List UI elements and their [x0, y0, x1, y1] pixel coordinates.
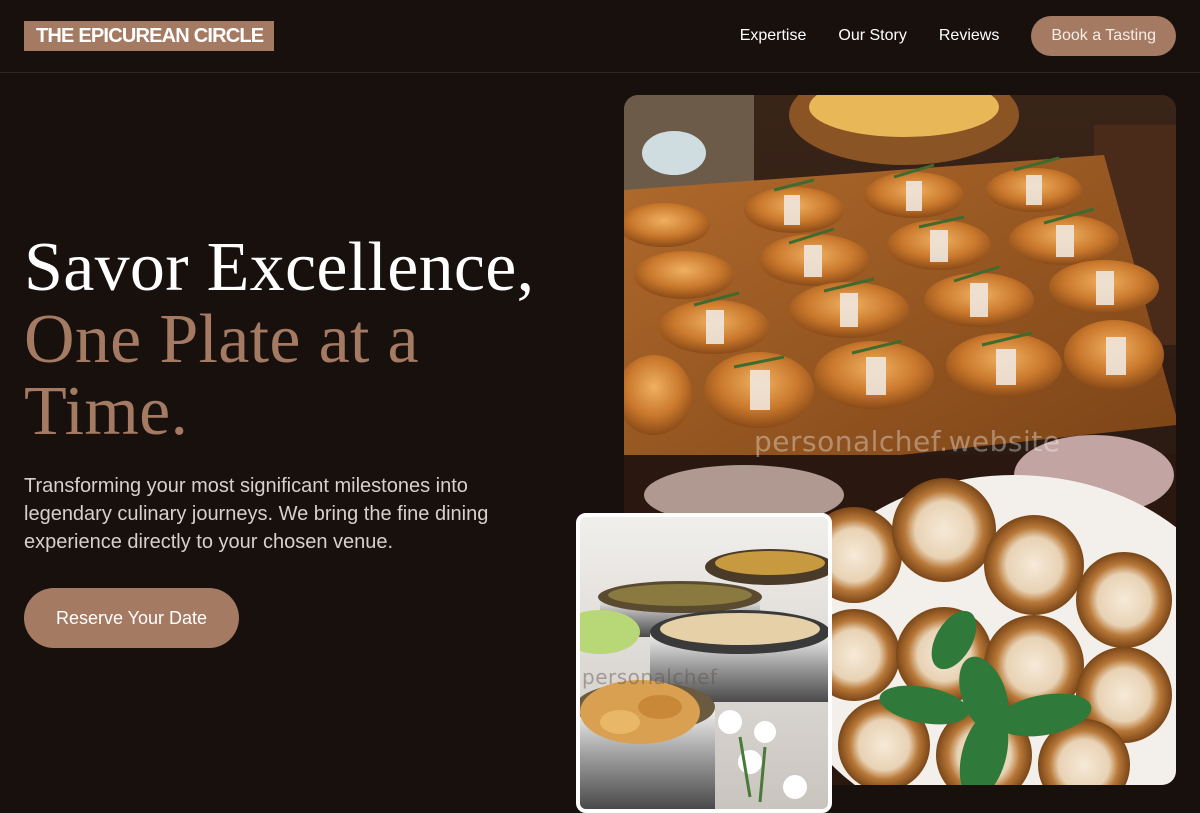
buffet-chafing-dishes-image — [580, 517, 828, 809]
book-tasting-button[interactable]: Book a Tasting — [1031, 16, 1176, 56]
reserve-date-button[interactable]: Reserve Your Date — [24, 588, 239, 648]
buffet-inset-photo: personalchef — [576, 513, 832, 813]
hero-title-line1: Savor Excellence, — [24, 229, 535, 306]
hero-title-line2: One Plate at a Time. — [24, 301, 419, 450]
hero-title: Savor Excellence, One Plate at a Time. — [24, 232, 584, 448]
site-header: THE EPICUREAN CIRCLE Expertise Our Story… — [0, 0, 1200, 73]
nav-link-our-story[interactable]: Our Story — [838, 16, 906, 56]
photo-watermark: personalchef.website — [754, 425, 1061, 458]
hero-subtitle: Transforming your most significant miles… — [24, 475, 489, 553]
inset-watermark: personalchef — [582, 665, 718, 689]
main-nav: Expertise Our Story Reviews Book a Tasti… — [740, 16, 1176, 56]
nav-link-expertise[interactable]: Expertise — [740, 16, 807, 56]
nav-link-reviews[interactable]: Reviews — [939, 16, 999, 56]
brand-logo[interactable]: THE EPICUREAN CIRCLE — [24, 21, 275, 51]
